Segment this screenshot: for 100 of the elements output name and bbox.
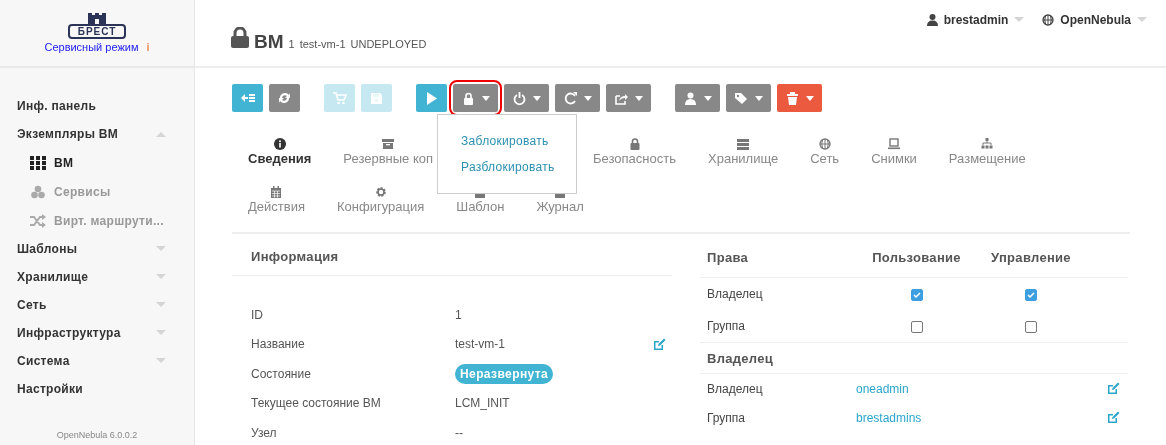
table-cell: Группа: [700, 310, 858, 343]
tab[interactable]: Журнал: [520, 186, 600, 224]
save-icon: [369, 90, 384, 106]
checkbox[interactable]: [1025, 288, 1037, 301]
server-icon: [737, 138, 750, 150]
checkbox[interactable]: [1025, 320, 1037, 333]
globe-icon: [1042, 14, 1055, 26]
owner-link[interactable]: oneadmin: [856, 381, 909, 396]
tab[interactable]: Размещение: [932, 138, 1042, 186]
tab[interactable]: Сведения: [232, 138, 328, 186]
menu-item[interactable]: Разблокировать: [461, 160, 576, 174]
user-menu[interactable]: brestadmin: [943, 13, 1009, 27]
checkbox[interactable]: [910, 288, 923, 301]
user-icon: [683, 90, 698, 106]
sidebar-item[interactable]: Экземпляры ВМ: [17, 120, 194, 148]
tab[interactable]: Резервные коп: [327, 138, 450, 186]
info-icon[interactable]: i: [146, 41, 150, 53]
grid-icon: [30, 155, 46, 170]
calendar-icon: [270, 186, 283, 198]
lock-icon: [231, 27, 249, 48]
caret-icon: [156, 358, 166, 364]
mode-link[interactable]: Сервисный режим: [44, 41, 139, 53]
status-badge: Неразвернута: [455, 363, 554, 384]
play-icon: [424, 90, 439, 106]
lock-icon: [461, 90, 476, 106]
sitemap-icon: [981, 138, 994, 150]
tab[interactable]: Снимки: [855, 138, 933, 186]
vm-id: 1: [288, 38, 295, 50]
redo-icon: [563, 90, 578, 106]
tags-icon: [734, 90, 749, 106]
sidebar-item[interactable]: Инф. панель: [17, 92, 194, 120]
vm-state: UNDEPLOYED: [350, 38, 427, 50]
version-text: OpenNebula 6.0.0.2: [55, 430, 139, 442]
field-label: Узел: [251, 425, 278, 440]
caret-icon: [156, 274, 166, 280]
tab[interactable]: Действия: [232, 186, 321, 224]
logo-text: БРЕСТ: [67, 24, 127, 39]
sidebar-subitem[interactable]: Вирт. маршрути...: [17, 206, 194, 235]
field-label: Владелец: [707, 381, 764, 396]
caret-icon: [755, 95, 763, 101]
vm-name: test-vm-1: [299, 38, 346, 50]
toolbar-button[interactable]: [232, 84, 263, 112]
toolbar-button[interactable]: [726, 84, 771, 112]
caret-icon: [1137, 17, 1147, 23]
caret-icon: [156, 131, 166, 137]
refresh-icon: [277, 90, 292, 106]
toolbar-button[interactable]: [777, 84, 822, 112]
edit-icon[interactable]: [1107, 382, 1120, 395]
trash-icon: [785, 90, 800, 106]
lock-icon: [628, 138, 641, 150]
checkbox[interactable]: [910, 320, 923, 333]
sidebar-item[interactable]: Хранилище: [17, 263, 194, 291]
edit-icon[interactable]: [1107, 411, 1120, 424]
zone-menu[interactable]: OpenNebula: [1060, 13, 1131, 27]
info-icon: [273, 138, 286, 150]
caret-icon: [635, 95, 643, 101]
globe-icon: [818, 138, 831, 150]
sidebar-subitem[interactable]: Сервисы: [17, 177, 194, 206]
tab[interactable]: Хранилище: [692, 138, 795, 186]
shuffle-icon: [30, 213, 46, 228]
sidebar-item[interactable]: Настройки: [17, 375, 194, 403]
page-title: ВМ: [254, 31, 284, 53]
toolbar-button[interactable]: [675, 84, 720, 112]
column-header: Управление: [975, 238, 1087, 278]
tab[interactable]: Шаблон: [440, 186, 521, 224]
section-title: Владелец: [707, 350, 774, 366]
cart-icon: [332, 90, 347, 106]
caret-icon: [704, 95, 712, 101]
field-value: --: [455, 425, 463, 440]
toolbar-button[interactable]: [269, 84, 300, 112]
sidebar-item[interactable]: Инфраструктура: [17, 319, 194, 347]
field-value: LCM_INIT: [455, 396, 510, 411]
toolbar-button[interactable]: [606, 84, 651, 112]
archive-icon: [382, 138, 395, 150]
toolbar-button[interactable]: [504, 84, 549, 112]
table-cell: Владелец: [700, 277, 858, 310]
sidebar-item[interactable]: Шаблоны: [17, 235, 194, 263]
caret-icon: [156, 330, 166, 336]
gear-icon: [374, 186, 387, 198]
laptop-icon: [888, 138, 900, 150]
menu-item[interactable]: Заблокировать: [461, 134, 576, 148]
user-icon: [926, 14, 938, 26]
field-label: Состояние: [251, 366, 312, 381]
field-label: Текущее состояние ВМ: [251, 396, 382, 411]
tab[interactable]: Конфигурация: [320, 186, 441, 224]
sidebar-subitem[interactable]: ВМ: [17, 148, 194, 177]
edit-icon[interactable]: [653, 337, 666, 351]
caret-icon: [806, 95, 814, 101]
toolbar-button[interactable]: [555, 84, 600, 112]
field-value: test-vm-1: [455, 337, 505, 352]
cubes-icon: [30, 184, 46, 199]
sidebar-item[interactable]: Сеть: [17, 291, 194, 319]
field-value: 1: [455, 307, 462, 322]
tab[interactable]: Сеть: [794, 138, 856, 186]
tab[interactable]: Безопасность: [577, 138, 692, 186]
sidebar-item[interactable]: Система: [17, 347, 194, 375]
power-icon: [512, 90, 527, 106]
toolbar-button[interactable]: [416, 84, 447, 112]
owner-link[interactable]: brestadmins: [856, 410, 922, 425]
caret-icon: [533, 95, 541, 101]
